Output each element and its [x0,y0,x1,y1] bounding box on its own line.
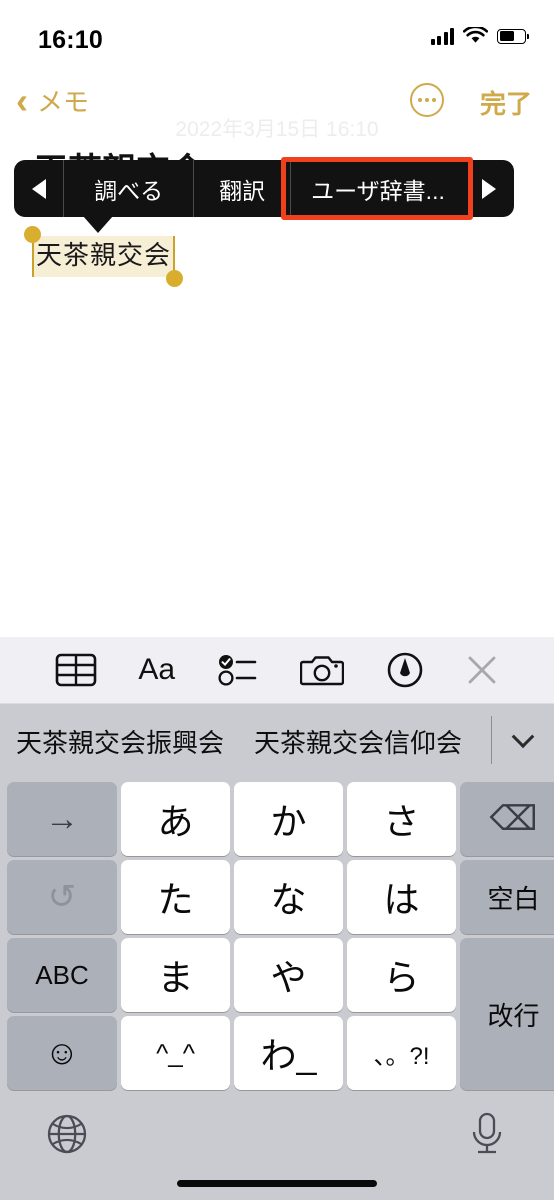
prediction-divider [490,716,492,764]
text-format-label: Aa [138,653,176,686]
prediction-candidate-1[interactable]: 天茶親交会振興会 [16,723,224,760]
note-date: 2022年3月15日 16:10 [175,118,379,141]
kana-sa-key[interactable]: さ [347,782,456,856]
notes-keyboard-toolbar: Aa [0,637,554,704]
emoji-key[interactable]: ☺ [7,1016,117,1090]
kana-ta-key[interactable]: た [121,860,230,934]
status-time: 16:10 [38,26,103,54]
table-icon[interactable] [55,653,97,687]
next-candidate-key-label: → [45,799,79,838]
text-context-menu: 調べる 翻訳 ユーザ辞書... [14,160,514,217]
kana-ya-key-label: や [270,957,307,998]
chevron-down-icon[interactable] [508,725,538,756]
kana-na-key[interactable]: な [234,860,343,934]
prediction-candidate-2[interactable]: 天茶親交会信仰会 [254,723,462,760]
battery-icon [497,28,529,44]
selected-text[interactable]: 天茶親交会 [32,236,176,277]
kana-ka-key[interactable]: か [234,782,343,856]
undo-key[interactable]: ↺ [7,860,117,934]
kana-wa-key[interactable]: わ_ [234,1016,343,1090]
delete-key-label: ⌫ [489,800,538,838]
kana-ya-key[interactable]: や [234,938,343,1012]
close-icon[interactable] [465,653,499,687]
kana-ra-key[interactable]: ら [347,938,456,1012]
next-candidate-key[interactable]: → [7,782,117,856]
kana-ta-key-label: た [157,879,194,920]
kana-ka-key-label: か [270,801,307,842]
delete-key[interactable]: ⌫ [460,782,554,856]
text-format-icon[interactable]: Aa [138,653,175,687]
kana-na-key-label: な [270,879,307,920]
camera-icon[interactable] [300,653,345,687]
status-indicators [430,27,529,45]
kaomoji-key-label: ^_^ [156,1037,195,1068]
punctuation-key[interactable]: 、。?! [347,1016,456,1090]
triangle-right-icon[interactable] [465,160,514,217]
cellular-signal-icon [430,27,454,45]
iphone-screen: 16:10 ‹ メモ 完了 2022年3月15日 16:10 天茶親交会 調べる… [0,0,554,1200]
menu-item-user-dictionary[interactable]: ユーザ辞書... [290,160,465,217]
kana-a-key-label: あ [157,801,194,842]
ellipsis-circle-icon[interactable] [410,83,444,117]
kana-wa-key-label: わ_ [260,1035,317,1076]
space-key-label: 空白 [487,883,540,914]
microphone-icon[interactable] [462,1109,512,1159]
kana-ha-key[interactable]: は [347,860,456,934]
globe-icon[interactable] [42,1109,92,1159]
space-key[interactable]: 空白 [460,860,554,934]
kana-ra-key-label: ら [383,957,420,998]
selection-handle-end[interactable] [166,269,184,287]
prediction-bar: 天茶親交会振興会 天茶親交会信仰会 [0,704,554,778]
context-menu-pointer [83,216,113,233]
triangle-left-icon[interactable] [14,160,63,217]
key-grid: → あ か さ ⌫ ↺ た な は 空白 ABC ま や ら改行 ☺ ^_^ わ_ 、。?! [0,778,554,1091]
keyboard: Aa 天茶親交会振興会 天茶親交会信仰会 → あ か さ ⌫ ↺ た な は 空… [0,637,554,1200]
home-indicator[interactable] [177,1180,377,1187]
return-key[interactable]: 改行 [460,938,554,1090]
kana-sa-key-label: さ [383,801,420,842]
checklist-icon[interactable] [217,653,259,687]
status-bar: 16:10 [0,0,554,66]
return-key-label: 改行 [487,1000,540,1031]
undo-key-label: ↺ [47,878,77,916]
abc-key[interactable]: ABC [7,938,117,1012]
menu-item-translate[interactable]: 翻訳 [193,160,290,217]
selection-handle-start[interactable] [24,226,41,243]
keyboard-bottom-bar [0,1091,554,1200]
abc-key-label: ABC [35,959,89,990]
text-selection[interactable]: 天茶親交会 [24,226,184,287]
wifi-icon [463,27,488,43]
kana-ma-key[interactable]: ま [121,938,230,1012]
menu-item-lookup[interactable]: 調べる [63,160,193,217]
punctuation-key-label: 、。?! [373,1042,430,1070]
kana-ha-key-label: は [383,879,420,920]
kana-a-key[interactable]: あ [121,782,230,856]
markup-pen-icon[interactable] [386,651,424,689]
kana-ma-key-label: ま [157,957,194,998]
emoji-key-label: ☺ [44,1033,80,1072]
kaomoji-key[interactable]: ^_^ [121,1016,230,1090]
